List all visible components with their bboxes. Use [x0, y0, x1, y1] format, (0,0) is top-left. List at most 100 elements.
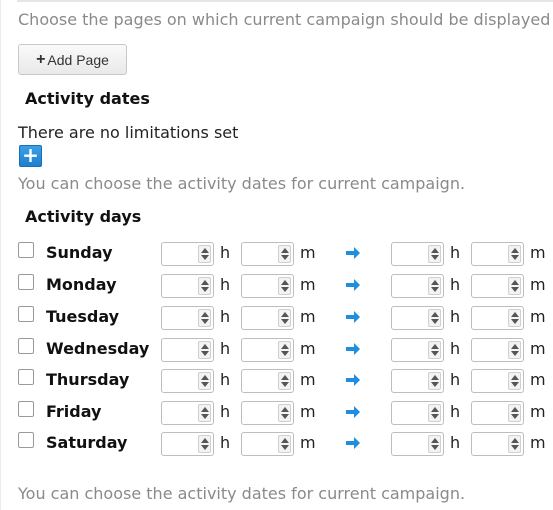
spinner-buttons[interactable]	[428, 277, 441, 295]
spinner-down-icon[interactable]	[281, 351, 289, 356]
spinner-up-icon[interactable]	[431, 344, 439, 349]
spinner-up-icon[interactable]	[201, 407, 209, 412]
spinner-down-icon[interactable]	[431, 255, 439, 260]
spinner-buttons[interactable]	[198, 341, 211, 359]
spinner-down-icon[interactable]	[431, 319, 439, 324]
end-minute-input[interactable]	[471, 338, 524, 362]
spinner-up-icon[interactable]	[281, 375, 289, 380]
end-minute-input[interactable]	[471, 369, 524, 393]
spinner-up-icon[interactable]	[201, 438, 209, 443]
spinner-buttons[interactable]	[278, 341, 291, 359]
spinner-buttons[interactable]	[508, 341, 521, 359]
spinner-down-icon[interactable]	[201, 445, 209, 450]
spinner-buttons[interactable]	[428, 245, 441, 263]
spinner-up-icon[interactable]	[281, 248, 289, 253]
end-minute-input[interactable]	[471, 306, 524, 330]
end-hour-input[interactable]	[391, 274, 444, 298]
day-checkbox[interactable]	[18, 306, 34, 322]
spinner-down-icon[interactable]	[201, 351, 209, 356]
spinner-buttons[interactable]	[428, 341, 441, 359]
day-checkbox[interactable]	[18, 338, 34, 354]
day-checkbox[interactable]	[18, 274, 34, 290]
day-checkbox[interactable]	[18, 432, 34, 448]
spinner-buttons[interactable]	[278, 277, 291, 295]
start-hour-input[interactable]	[161, 242, 214, 266]
spinner-up-icon[interactable]	[511, 438, 519, 443]
spinner-down-icon[interactable]	[511, 445, 519, 450]
spinner-buttons[interactable]	[508, 277, 521, 295]
end-hour-input[interactable]	[391, 369, 444, 393]
end-hour-input[interactable]	[391, 338, 444, 362]
end-minute-input[interactable]	[471, 274, 524, 298]
spinner-buttons[interactable]	[198, 372, 211, 390]
start-minute-input[interactable]	[241, 401, 294, 425]
start-minute-input[interactable]	[241, 242, 294, 266]
spinner-buttons[interactable]	[508, 404, 521, 422]
end-hour-input[interactable]	[391, 432, 444, 456]
start-minute-input[interactable]	[241, 274, 294, 298]
spinner-buttons[interactable]	[198, 309, 211, 327]
spinner-down-icon[interactable]	[201, 287, 209, 292]
start-minute-input[interactable]	[241, 338, 294, 362]
start-hour-input[interactable]	[161, 338, 214, 362]
spinner-up-icon[interactable]	[511, 312, 519, 317]
start-minute-input[interactable]	[241, 306, 294, 330]
start-hour-input[interactable]	[161, 369, 214, 393]
spinner-down-icon[interactable]	[201, 414, 209, 419]
spinner-down-icon[interactable]	[511, 414, 519, 419]
spinner-buttons[interactable]	[428, 372, 441, 390]
spinner-up-icon[interactable]	[281, 280, 289, 285]
spinner-down-icon[interactable]	[431, 351, 439, 356]
spinner-up-icon[interactable]	[511, 407, 519, 412]
start-hour-input[interactable]	[161, 432, 214, 456]
spinner-up-icon[interactable]	[511, 344, 519, 349]
spinner-buttons[interactable]	[278, 372, 291, 390]
spinner-down-icon[interactable]	[511, 255, 519, 260]
spinner-buttons[interactable]	[428, 435, 441, 453]
spinner-buttons[interactable]	[198, 404, 211, 422]
day-checkbox[interactable]	[18, 242, 34, 258]
end-hour-input[interactable]	[391, 242, 444, 266]
spinner-up-icon[interactable]	[511, 248, 519, 253]
spinner-up-icon[interactable]	[201, 344, 209, 349]
spinner-up-icon[interactable]	[281, 344, 289, 349]
spinner-up-icon[interactable]	[511, 375, 519, 380]
spinner-buttons[interactable]	[278, 309, 291, 327]
spinner-buttons[interactable]	[508, 372, 521, 390]
spinner-down-icon[interactable]	[511, 287, 519, 292]
spinner-up-icon[interactable]	[281, 312, 289, 317]
spinner-up-icon[interactable]	[431, 438, 439, 443]
spinner-buttons[interactable]	[278, 435, 291, 453]
spinner-up-icon[interactable]	[431, 375, 439, 380]
spinner-down-icon[interactable]	[281, 287, 289, 292]
start-hour-input[interactable]	[161, 401, 214, 425]
spinner-buttons[interactable]	[198, 245, 211, 263]
start-hour-input[interactable]	[161, 274, 214, 298]
end-minute-input[interactable]	[471, 432, 524, 456]
spinner-buttons[interactable]	[278, 404, 291, 422]
spinner-down-icon[interactable]	[281, 414, 289, 419]
spinner-buttons[interactable]	[428, 309, 441, 327]
spinner-up-icon[interactable]	[511, 280, 519, 285]
add-date-plus-icon[interactable]: +	[19, 145, 42, 167]
spinner-up-icon[interactable]	[201, 375, 209, 380]
spinner-down-icon[interactable]	[201, 255, 209, 260]
spinner-down-icon[interactable]	[281, 382, 289, 387]
day-checkbox[interactable]	[18, 369, 34, 385]
spinner-up-icon[interactable]	[431, 312, 439, 317]
spinner-down-icon[interactable]	[281, 445, 289, 450]
spinner-down-icon[interactable]	[511, 382, 519, 387]
spinner-buttons[interactable]	[278, 245, 291, 263]
start-hour-input[interactable]	[161, 306, 214, 330]
spinner-down-icon[interactable]	[201, 319, 209, 324]
spinner-up-icon[interactable]	[431, 248, 439, 253]
spinner-up-icon[interactable]	[431, 280, 439, 285]
spinner-up-icon[interactable]	[201, 280, 209, 285]
spinner-buttons[interactable]	[508, 435, 521, 453]
add-page-button[interactable]: + Add Page	[18, 44, 127, 75]
spinner-up-icon[interactable]	[201, 312, 209, 317]
spinner-down-icon[interactable]	[431, 445, 439, 450]
end-minute-input[interactable]	[471, 401, 524, 425]
end-hour-input[interactable]	[391, 401, 444, 425]
spinner-down-icon[interactable]	[511, 319, 519, 324]
